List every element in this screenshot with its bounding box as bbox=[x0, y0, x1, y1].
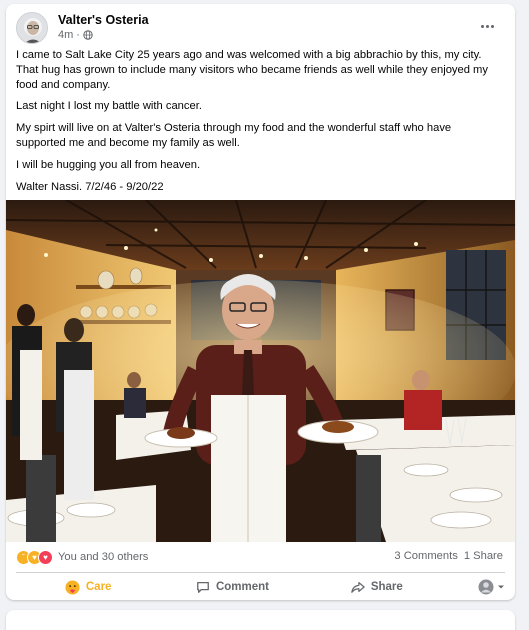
care-reaction-icon bbox=[65, 579, 80, 595]
post-actions: Care Comment Share bbox=[16, 575, 505, 599]
post-paragraph: I came to Salt Lake City 25 years ago an… bbox=[16, 49, 488, 91]
post-stats: 3 Comments 1 Share bbox=[394, 550, 503, 562]
user-avatar-icon bbox=[478, 579, 494, 595]
more-dot-icon bbox=[490, 24, 494, 28]
page-name-link[interactable]: Valter's Osteria bbox=[58, 13, 149, 27]
post-header: Valter's Osteria 4m · bbox=[16, 12, 505, 46]
meta-separator: · bbox=[76, 29, 80, 41]
page-avatar[interactable] bbox=[16, 12, 48, 44]
post-card: Valter's Osteria 4m · I came to Salt Lak… bbox=[6, 4, 515, 600]
post-paragraph: I will be hugging you all from heaven. bbox=[16, 158, 201, 171]
actions-divider bbox=[16, 572, 505, 573]
comments-count-link[interactable]: 3 Comments bbox=[394, 550, 457, 562]
shares-count-link[interactable]: 1 Share bbox=[464, 550, 503, 562]
more-dot-icon bbox=[480, 24, 484, 28]
post-signature: Walter Nassi. 7/2/46 - 9/20/22 bbox=[16, 180, 164, 193]
post-time[interactable]: 4m bbox=[58, 29, 73, 41]
reactions-summary[interactable]: ˘ ♥ ♥ You and 30 others bbox=[16, 548, 148, 566]
care-button[interactable]: Care bbox=[16, 579, 160, 595]
share-button[interactable]: Share bbox=[305, 580, 449, 594]
post-paragraph: Last night I lost my battle with cancer. bbox=[16, 100, 202, 113]
comment-button[interactable]: Comment bbox=[160, 580, 304, 594]
chevron-down-icon bbox=[497, 585, 504, 589]
comment-icon bbox=[197, 581, 209, 593]
share-label: Share bbox=[370, 581, 403, 593]
next-post-card bbox=[6, 610, 515, 630]
globe-icon bbox=[83, 30, 93, 40]
love-reaction-icon: ♥ bbox=[38, 549, 53, 565]
care-label: Care bbox=[85, 581, 112, 593]
post-text: I came to Salt Lake City 25 years ago an… bbox=[16, 48, 503, 201]
profile-switcher-button[interactable] bbox=[449, 579, 505, 595]
share-icon bbox=[351, 582, 365, 593]
comment-label: Comment bbox=[215, 581, 269, 593]
post-paragraph: My spirt will live on at Valter's Osteri… bbox=[16, 122, 452, 149]
post-photo[interactable] bbox=[6, 200, 515, 542]
more-dot-icon bbox=[485, 24, 489, 28]
post-meta: 4m · bbox=[58, 29, 93, 41]
reactions-count: You and 30 others bbox=[58, 551, 149, 563]
page-avatar-image bbox=[17, 13, 47, 43]
more-options-button[interactable] bbox=[475, 16, 499, 36]
